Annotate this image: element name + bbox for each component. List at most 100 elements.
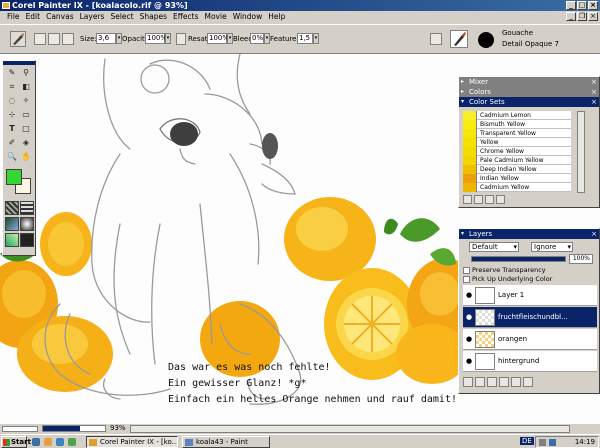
- eye-icon[interactable]: ●: [463, 291, 475, 299]
- color-set-library-icon[interactable]: [463, 195, 472, 204]
- dab-type-icon[interactable]: [48, 33, 60, 45]
- pattern-selector-icon[interactable]: [20, 201, 34, 215]
- gouache-brush-icon[interactable]: [450, 30, 468, 48]
- quick-launch-explorer-icon[interactable]: [44, 438, 52, 446]
- layers-palette-header[interactable]: ▾ Layers ×: [459, 229, 599, 239]
- new-group-icon[interactable]: [487, 377, 497, 387]
- menu-file[interactable]: File: [4, 11, 23, 23]
- doc-minimize-button[interactable]: _: [566, 12, 576, 21]
- brush-tool-icon[interactable]: ✎: [6, 67, 18, 78]
- paper-selector-icon[interactable]: [5, 201, 19, 215]
- color-swatch[interactable]: [463, 120, 477, 129]
- horizontal-scrollbar[interactable]: [130, 425, 570, 433]
- color-set-item[interactable]: Cadmium Lemon: [463, 111, 571, 120]
- color-swatch[interactable]: [463, 147, 477, 156]
- color-sets-scrollbar[interactable]: [577, 111, 585, 193]
- layer-row[interactable]: ● fruchtfleischundbl...: [463, 307, 597, 328]
- weave-selector-icon[interactable]: [20, 233, 34, 247]
- menu-help[interactable]: Help: [265, 11, 288, 23]
- preserve-transparency-checkbox[interactable]: [463, 266, 470, 274]
- maximize-button[interactable]: □: [577, 1, 587, 10]
- taskbar-button-paint[interactable]: koala43 - Paint: [182, 436, 270, 448]
- mixer-palette-header[interactable]: ▸ Mixer ×: [459, 77, 599, 87]
- layer-row[interactable]: ● Layer 1: [463, 285, 597, 306]
- size-field[interactable]: 3,6: [96, 33, 116, 44]
- menu-edit[interactable]: Edit: [23, 11, 44, 23]
- composite-depth-select[interactable]: Ignore ▾: [531, 242, 573, 252]
- look-selector-icon[interactable]: [5, 233, 19, 247]
- color-swatch[interactable]: [463, 111, 477, 120]
- menu-layers[interactable]: Layers: [77, 11, 108, 23]
- dropper-tool-icon[interactable]: ⚲: [20, 67, 32, 78]
- pick-up-underlying-checkbox[interactable]: [463, 275, 470, 283]
- opacity-slider-button[interactable]: ▾: [165, 33, 171, 44]
- menu-select[interactable]: Select: [107, 11, 136, 23]
- main-color-swatch[interactable]: [6, 169, 22, 185]
- add-color-icon[interactable]: [485, 195, 494, 204]
- gradient-selector-icon[interactable]: [5, 217, 19, 231]
- opacity-field[interactable]: 100%: [145, 33, 167, 44]
- bleed-field[interactable]: 0%: [250, 33, 264, 44]
- pin-icon[interactable]: [430, 33, 442, 45]
- color-swatch[interactable]: [463, 129, 477, 138]
- menu-movie[interactable]: Movie: [202, 11, 230, 23]
- menu-window[interactable]: Window: [230, 11, 266, 23]
- color-swatch[interactable]: [463, 183, 477, 192]
- language-indicator[interactable]: DE: [520, 437, 534, 445]
- resat-field[interactable]: 100%: [207, 33, 229, 44]
- rect-select-icon[interactable]: ▭: [20, 109, 32, 120]
- color-sets-palette-header[interactable]: ▾ Color Sets ×: [459, 97, 599, 107]
- layer-row[interactable]: ● hintergrund: [463, 351, 597, 372]
- quick-launch-desktop-icon[interactable]: [56, 438, 64, 446]
- magnifier-icon[interactable]: 🔍: [6, 151, 18, 162]
- composite-method-select[interactable]: Default ▾: [469, 242, 519, 252]
- crop-tool-icon[interactable]: ⌗: [6, 81, 18, 92]
- quick-launch-ie-icon[interactable]: [32, 438, 40, 446]
- doc-restore-button[interactable]: ❐: [577, 12, 587, 21]
- color-swatch[interactable]: [463, 174, 477, 183]
- shape-tool-icon[interactable]: □: [20, 123, 32, 134]
- hand-tool-icon[interactable]: ✋: [20, 151, 32, 162]
- color-set-item[interactable]: Bismuth Yellow: [463, 120, 571, 129]
- color-swatch[interactable]: [463, 138, 477, 147]
- new-layer-icon[interactable]: [499, 377, 509, 387]
- tray-icon[interactable]: [539, 439, 546, 446]
- color-swatch[interactable]: [463, 165, 477, 174]
- text-tool-icon[interactable]: T: [6, 123, 18, 134]
- preserve-transparency-option[interactable]: Preserve Transparency: [463, 266, 546, 274]
- eye-icon[interactable]: ●: [463, 335, 475, 343]
- layer-opacity-field[interactable]: 100%: [569, 254, 593, 264]
- menu-canvas[interactable]: Canvas: [43, 11, 77, 23]
- color-set-item[interactable]: Pale Cadmium Yellow: [463, 156, 571, 165]
- color-set-item[interactable]: Transparent Yellow: [463, 129, 571, 138]
- menu-effects[interactable]: Effects: [170, 11, 202, 23]
- eye-icon[interactable]: ●: [463, 313, 475, 321]
- minimize-button[interactable]: _: [566, 1, 576, 10]
- bucket-tool-icon[interactable]: ◈: [20, 137, 32, 148]
- stroke-type-icon[interactable]: [62, 33, 74, 45]
- resat-expression-icon[interactable]: [176, 33, 186, 45]
- taskbar-button-painter[interactable]: Corel Painter IX - [ko...: [86, 436, 178, 448]
- color-set-item[interactable]: Chrome Yellow: [463, 147, 571, 156]
- color-set-item[interactable]: Yellow: [463, 138, 571, 147]
- feature-slider-button[interactable]: ▾: [313, 33, 319, 44]
- zoom-slider[interactable]: [42, 425, 106, 432]
- color-set-item[interactable]: Deep Indian Yellow: [463, 165, 571, 174]
- eraser-tool-icon[interactable]: ◧: [20, 81, 32, 92]
- color-swatch[interactable]: [463, 156, 477, 165]
- colors-palette-header[interactable]: ▸ Colors ×: [459, 87, 599, 97]
- layer-commands-icon[interactable]: [463, 377, 473, 387]
- feature-field[interactable]: 1,5: [297, 33, 313, 44]
- doc-close-button[interactable]: ×: [588, 12, 598, 21]
- delete-color-icon[interactable]: [496, 195, 505, 204]
- lasso-tool-icon[interactable]: ◌: [6, 95, 18, 106]
- move-tool-icon[interactable]: ⊹: [6, 109, 18, 120]
- dynamic-plugins-icon[interactable]: [475, 377, 485, 387]
- delete-layer-icon[interactable]: [523, 377, 533, 387]
- brush-selector[interactable]: Gouache Detail Opaque 7: [450, 28, 600, 52]
- eye-icon[interactable]: ●: [463, 357, 475, 365]
- reset-tool-icon[interactable]: [34, 33, 46, 45]
- quick-launch-media-icon[interactable]: [68, 438, 76, 446]
- layer-mask-icon[interactable]: [511, 377, 521, 387]
- layer-row[interactable]: ● orangen: [463, 329, 597, 350]
